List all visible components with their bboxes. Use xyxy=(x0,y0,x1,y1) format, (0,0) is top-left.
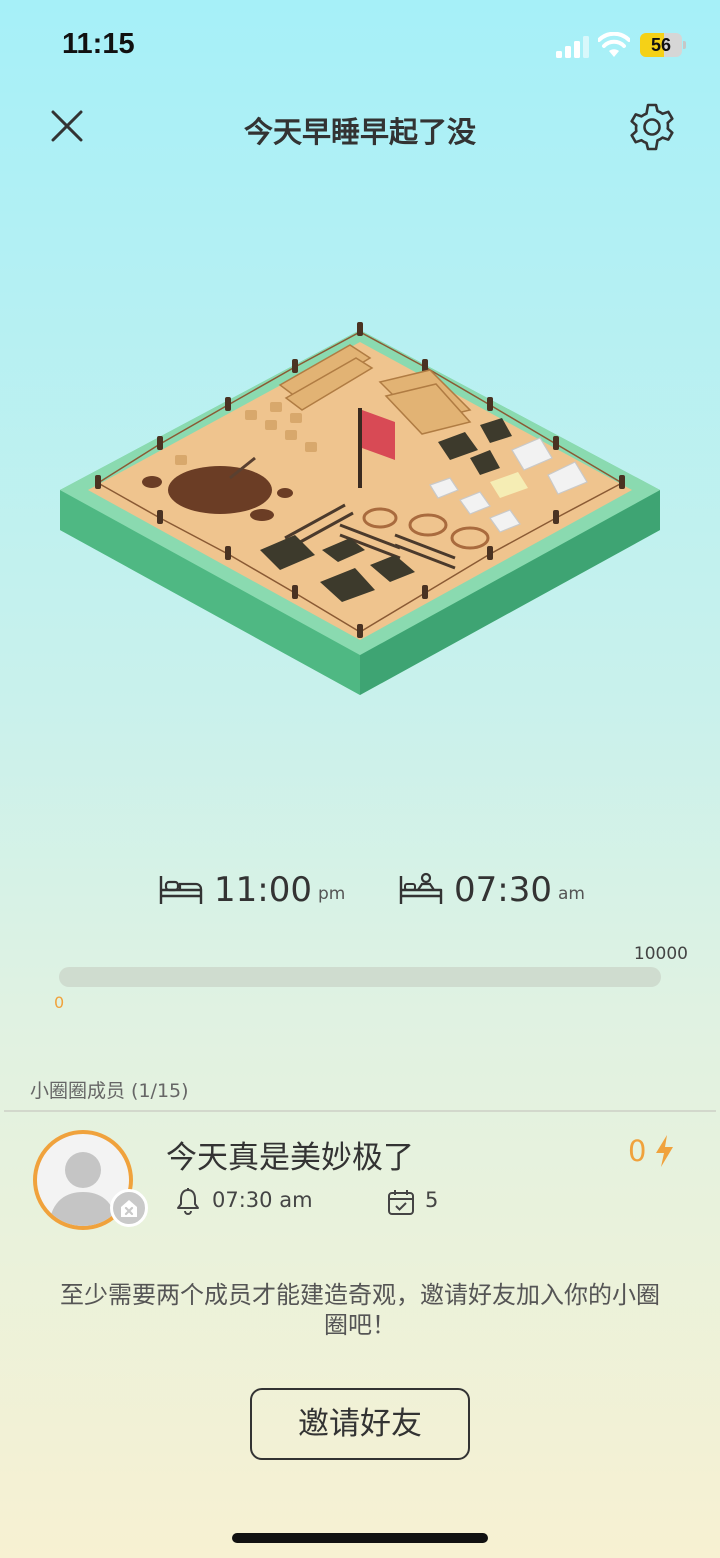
status-bar: 11:15 56 xyxy=(0,0,720,90)
wakeup-suffix: am xyxy=(557,884,585,904)
wake-up-bed-icon xyxy=(399,872,443,904)
progress-bar xyxy=(59,967,661,987)
progress-min-label: 0 xyxy=(54,993,65,1012)
invite-friends-button[interactable]: 邀请好友 xyxy=(250,1388,470,1460)
battery-level: 56 xyxy=(650,35,672,55)
status-time: 11:15 xyxy=(62,28,135,60)
construction-site-illustration xyxy=(60,322,660,695)
home-badge-icon xyxy=(110,1189,148,1227)
sleep-schedule: 11:00 pm 07:30 am xyxy=(0,868,720,918)
member-score: 0 xyxy=(628,1134,647,1168)
bedtime[interactable]: 11:00 pm xyxy=(158,868,345,912)
progress-max-label: 10000 xyxy=(633,944,688,964)
wakeup-time[interactable]: 07:30 am xyxy=(398,868,585,912)
wifi-icon xyxy=(598,32,630,57)
member-row[interactable]: 今天真是美妙极了 0 07:30 am 5 xyxy=(0,1112,720,1252)
bedtime-value: 11:00 xyxy=(214,870,312,910)
cellular-signal-icon xyxy=(556,36,589,58)
alarm-time: 07:30 am xyxy=(212,1188,313,1212)
lightning-icon xyxy=(656,1135,673,1167)
header: 今天早睡早起了没 xyxy=(0,95,720,159)
battery-icon: 56 xyxy=(640,33,686,57)
members-section-label: 小圈圈成员 (1/15) xyxy=(30,1080,189,1102)
wakeup-value: 07:30 xyxy=(454,870,552,910)
home-indicator[interactable] xyxy=(232,1533,488,1543)
member-name: 今天真是美妙极了 xyxy=(166,1140,414,1176)
checkin-count: 5 xyxy=(425,1188,439,1212)
bedtime-suffix: pm xyxy=(317,884,346,904)
invite-notice: 至少需要两个成员才能建造奇观，邀请好友加入你的小圈圈吧！ xyxy=(60,1281,660,1339)
bell-icon xyxy=(177,1188,199,1215)
calendar-check-icon xyxy=(388,1190,414,1215)
page-title: 今天早睡早起了没 xyxy=(243,115,476,149)
bed-icon xyxy=(159,876,203,904)
gear-icon[interactable] xyxy=(626,101,678,153)
